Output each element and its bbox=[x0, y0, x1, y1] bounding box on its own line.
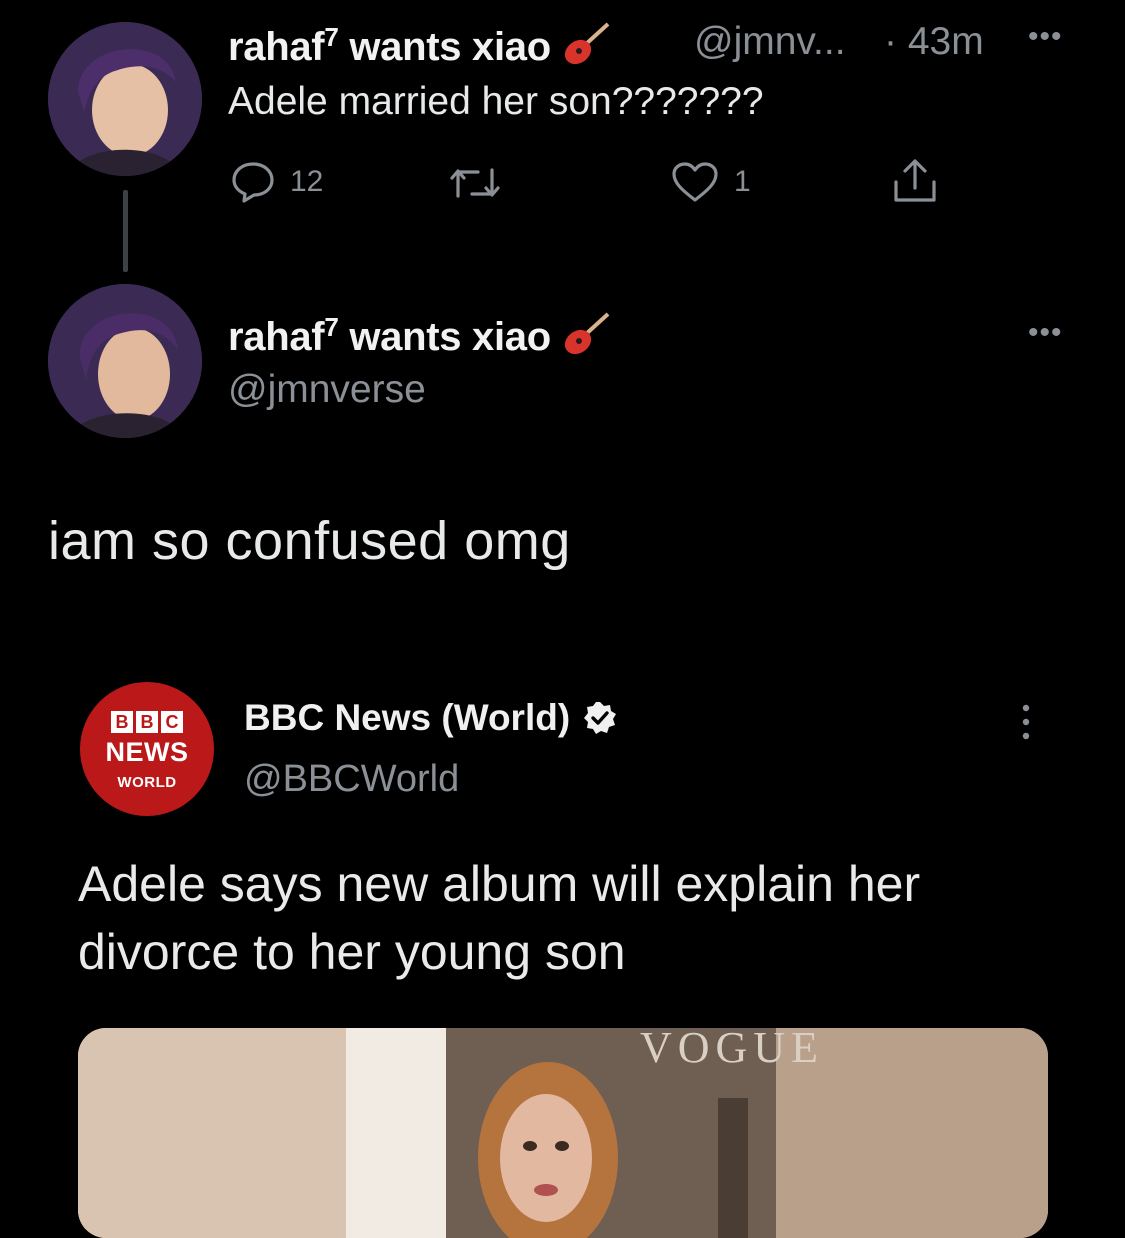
guitar-icon bbox=[562, 312, 612, 366]
quoted-display-name[interactable]: BBC News (World) bbox=[244, 697, 618, 739]
tweet1-handle[interactable]: @jmnv... bbox=[694, 20, 846, 64]
magazine-masthead: VOGUE bbox=[640, 1023, 824, 1072]
adele-photo bbox=[78, 1028, 1048, 1238]
share-icon bbox=[894, 159, 936, 202]
avatar-image bbox=[48, 284, 202, 438]
tweet2-handle[interactable]: @jmnverse bbox=[228, 368, 426, 412]
thread-connector bbox=[123, 190, 128, 272]
retweet-icon bbox=[450, 168, 500, 198]
quoted-headline: Adele says new album will explain her di… bbox=[78, 856, 921, 980]
quoted-handle[interactable]: @BBCWorld bbox=[244, 758, 459, 801]
verified-badge-icon bbox=[584, 702, 617, 734]
reply-button[interactable]: 12 bbox=[230, 160, 323, 204]
guitar-icon bbox=[562, 22, 612, 76]
tweet2-display-name[interactable]: rahaf7 wants xiao bbox=[228, 312, 612, 366]
more-options-icon[interactable]: ••• bbox=[1028, 20, 1063, 54]
tweet1-text: Adele married her son??????? bbox=[228, 80, 764, 123]
vertical-more-icon[interactable] bbox=[1016, 702, 1036, 747]
avatar[interactable] bbox=[48, 22, 202, 176]
share-button[interactable] bbox=[890, 156, 940, 206]
tweet1-timestamp[interactable]: · 43m bbox=[884, 20, 984, 64]
avatar-image bbox=[48, 22, 202, 176]
media-image[interactable] bbox=[78, 1028, 1048, 1238]
retweet-button[interactable] bbox=[448, 164, 516, 202]
like-count: 1 bbox=[734, 165, 751, 198]
bbc-blocks: B B C bbox=[111, 711, 183, 733]
reply-icon bbox=[232, 162, 274, 203]
tweet2-text: iam so confused omg bbox=[48, 511, 571, 571]
logo-world-text: WORLD bbox=[117, 774, 177, 791]
like-button[interactable]: 1 bbox=[670, 160, 751, 204]
logo-news-text: NEWS bbox=[105, 737, 189, 767]
tweet1-display-name[interactable]: rahaf7 wants xiao bbox=[228, 22, 612, 76]
reply-count: 12 bbox=[290, 165, 324, 198]
more-options-icon[interactable]: ••• bbox=[1028, 316, 1063, 350]
avatar[interactable] bbox=[48, 284, 202, 438]
heart-icon bbox=[672, 162, 718, 202]
bbc-news-world-logo[interactable]: B B C NEWS WORLD bbox=[80, 682, 214, 816]
